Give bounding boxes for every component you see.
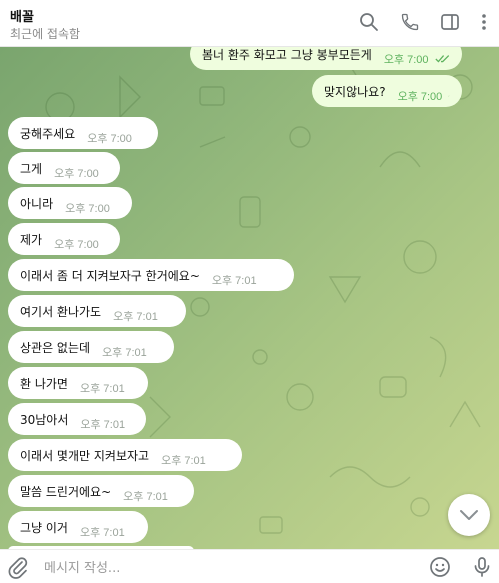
- sidebar-toggle-icon[interactable]: [438, 10, 462, 34]
- chat-header: 배꼴 최근에 접속함: [0, 0, 499, 47]
- message-text: 봄너 환주 화모고 그냥 봉부모든게: [202, 47, 372, 62]
- message-bubble-incoming[interactable]: 그게 오후 7:00: [8, 152, 120, 184]
- message-input[interactable]: [44, 557, 404, 579]
- message-text: 여기서 환나가도: [20, 304, 102, 319]
- message-time: 오후 7:00: [54, 239, 99, 251]
- message-composer: [0, 549, 499, 583]
- message-time: 오후 7:01: [79, 383, 125, 395]
- message-bubble-incoming[interactable]: 제가 오후 7:00: [8, 223, 120, 255]
- chevron-down-icon: [460, 510, 478, 520]
- message-text: 이래서 몇개만 지켜보자고: [20, 448, 150, 463]
- paperclip-icon[interactable]: [6, 555, 30, 579]
- message-time: 오후 7:00: [397, 91, 443, 103]
- more-vert-icon[interactable]: [472, 10, 496, 34]
- phone-icon[interactable]: [398, 10, 422, 34]
- double-check-icon: [434, 55, 449, 63]
- message-bubble-incoming[interactable]: 상관은 없는데 오후 7:01: [8, 331, 174, 363]
- message-text: 그냥 이거: [20, 520, 68, 535]
- message-time: 오후 7:01: [211, 275, 257, 287]
- message-time: 오후 7:01: [123, 491, 168, 503]
- message-bubble-incoming[interactable]: 여기서 환나가도 오후 7:01: [8, 295, 186, 327]
- double-check-icon: [448, 95, 450, 97]
- message-time: 오후 7:00: [383, 54, 429, 66]
- message-text: 아니라: [20, 196, 54, 211]
- message-bubble-outgoing[interactable]: 봄너 환주 화모고 그냥 봉부모든게 오후 7:00: [190, 47, 462, 70]
- message-text: 궁해주세요: [20, 126, 76, 141]
- message-text: 그게: [20, 161, 43, 176]
- message-bubble-incoming[interactable]: 그냥 이거 오후 7:01: [8, 511, 148, 543]
- message-bubble-incoming[interactable]: 말씀 드린거에요~ 오후 7:01: [8, 475, 194, 507]
- search-icon[interactable]: [357, 10, 381, 34]
- message-bubble-outgoing[interactable]: 맞지않나요? 오후 7:00: [312, 75, 462, 107]
- message-text: 상관은 없는데: [20, 340, 91, 355]
- last-seen-status: 최근에 접속함: [10, 27, 81, 41]
- message-time: 오후 7:01: [113, 311, 158, 323]
- emoji-icon[interactable]: [428, 555, 452, 579]
- message-list[interactable]: 봄너 환주 화모고 그냥 봉부모든게 오후 7:00 맞지않나요? 오후 7:0…: [0, 47, 499, 549]
- message-bubble-incoming[interactable]: 이래서 몇개만 지켜보자고 오후 7:01: [8, 439, 242, 471]
- message-bubble-incoming[interactable]: 아니라 오후 7:00: [8, 187, 132, 219]
- message-bubble-incoming[interactable]: 궁해주세요 오후 7:00: [8, 117, 158, 149]
- message-time: 오후 7:00: [87, 133, 132, 145]
- message-text: 맞지않나요?: [324, 84, 386, 99]
- message-time: 오후 7:01: [102, 347, 147, 359]
- message-bubble-incoming[interactable]: 이래서 좀 더 지켜보자구 한거에요~ 오후 7:01: [8, 259, 294, 291]
- message-time: 오후 7:00: [65, 203, 110, 215]
- message-text: 이래서 좀 더 지켜보자구 한거에요~: [20, 268, 200, 283]
- message-text: 제가: [20, 232, 43, 247]
- message-bubble-incoming[interactable]: 환 나가면 오후 7:01: [8, 367, 148, 399]
- message-bubble-incoming[interactable]: 30남아서 오후 7:01: [8, 403, 146, 435]
- message-text: 30남아서: [20, 412, 69, 427]
- scroll-to-bottom-button[interactable]: [448, 494, 490, 536]
- message-time: 오후 7:01: [161, 455, 206, 467]
- message-time: 오후 7:00: [54, 168, 99, 180]
- message-time: 오후 7:01: [79, 527, 125, 539]
- microphone-icon[interactable]: [470, 555, 494, 579]
- message-text: 환 나가면: [20, 376, 68, 391]
- chat-title[interactable]: 배꼴: [10, 6, 34, 25]
- message-time: 오후 7:01: [80, 419, 126, 431]
- message-text: 말씀 드린거에요~: [20, 484, 112, 499]
